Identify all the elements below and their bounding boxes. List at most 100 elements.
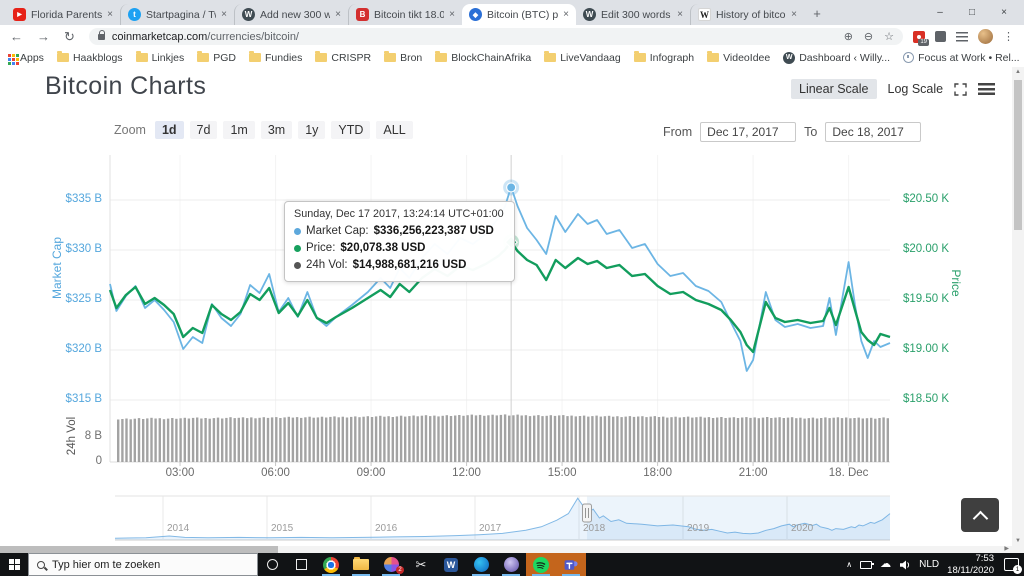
system-tray: ∧ ☁ NLD 7:53 18/11/2020 1 [846,553,1024,576]
bookmark-star-icon[interactable]: ☆ [884,30,894,43]
spotify-taskbar-icon[interactable] [526,553,556,576]
horizontal-scroll-thumb[interactable] [0,546,278,553]
tooltip-datetime: Sunday, Dec 17 2017, 13:24:14 UTC+01:00 [294,208,504,220]
scroll-down-icon[interactable]: ▼ [1012,538,1024,544]
back-to-top-button[interactable] [961,498,999,532]
bookmark-dashboard-willy-[interactable]: Dashboard ‹ Willy... [783,51,890,64]
cortana-button[interactable] [258,553,287,576]
bookmark-pgd[interactable]: PGD [197,51,236,64]
folder-icon [56,51,69,62]
bookmark-infograph[interactable]: Infograph [633,51,695,64]
reading-list-icon[interactable] [956,31,968,42]
close-button[interactable]: × [988,0,1020,25]
scroll-up-icon[interactable]: ▲ [1012,69,1024,75]
navigator-year-label: 2017 [479,523,502,534]
tab-close-icon[interactable]: × [221,9,227,20]
tab-title: Florida Parents Struggl [31,8,103,21]
navigator-handle[interactable] [581,503,592,523]
tab-close-icon[interactable]: × [335,9,341,20]
bookmark-crispr[interactable]: CRISPR [315,51,371,64]
vertical-scrollbar[interactable]: ▲ ▼ [1012,67,1024,553]
bookmark-bron[interactable]: Bron [384,51,423,64]
bookmark-label: Infograph [649,51,695,64]
tab-close-icon[interactable]: × [563,9,569,20]
hidden-icons-chevron[interactable]: ∧ [846,560,852,569]
extensions-puzzle-icon[interactable] [935,31,946,42]
browser-window: Florida Parents Struggl×Startpagina / Tw… [0,0,1024,576]
teams-taskbar-icon[interactable] [556,553,586,576]
task-view-button[interactable] [287,553,316,576]
snip-taskbar-icon[interactable] [406,553,436,576]
x-axis-label: 15:00 [547,467,577,479]
windows-logo-icon [8,559,20,570]
new-tab-button[interactable]: + [804,3,830,24]
bookmark-label: Haakblogs [72,51,123,64]
y-axis-label-market-cap: $315 B [65,393,102,405]
bookmark-livevandaag[interactable]: LiveVandaag [544,51,621,64]
tab-4[interactable]: Bitcoin tikt 18.000 doll × [348,4,462,25]
tab-6[interactable]: Edit 300 words post ‹ V × [576,4,690,25]
bookmark-focus-at-work-rel-[interactable]: Focus at Work • Rel... [903,52,1020,64]
tab-3[interactable]: Add new 300 words po × [234,4,348,25]
tab-close-icon[interactable]: × [107,9,113,20]
zoom-out-icon[interactable]: ⊖ [864,30,873,43]
taskbar-search[interactable]: Typ hier om te zoeken [28,553,258,576]
bookmark-label: VideoIdee [723,51,771,64]
bookmark-label: Bron [400,51,423,64]
chrome-menu-icon[interactable]: ⋮ [1003,30,1014,43]
address-bar[interactable]: coinmarketcap.com/currencies/bitcoin/ ⊕ … [88,28,903,45]
word-taskbar-icon[interactable] [436,553,466,576]
clock-icon [903,52,915,63]
wordpress-favicon-icon [583,8,596,21]
bookmark-videoidee[interactable]: VideoIdee [707,51,771,64]
tooltip-price-row: Price: $20,078.38 USD [294,240,504,257]
tab-title: Startpagina / Twitter [146,8,216,21]
folder-icon [135,51,148,62]
explorer-taskbar-icon[interactable] [346,553,376,576]
tab-1[interactable]: Florida Parents Struggl × [6,4,120,25]
onedrive-cloud-icon[interactable]: ☁ [880,559,891,570]
speaker-icon[interactable] [899,560,911,570]
bookmark-apps[interactable]: Apps [8,52,44,64]
price-axis-title: Price [949,269,963,297]
forward-button[interactable]: → [37,29,50,44]
tooltip-marketcap-row: Market Cap: $336,256,223,387 USD [294,223,504,240]
horizontal-scrollbar[interactable]: ▶ [0,546,1012,553]
adblock-extension-icon[interactable]: 19 [913,30,929,46]
maximize-button[interactable]: □ [956,0,988,25]
minimize-button[interactable]: – [924,0,956,25]
tab-close-icon[interactable]: × [791,9,797,20]
edge-taskbar-icon[interactable] [466,553,496,576]
start-button[interactable] [0,553,28,576]
wikipedia-favicon-icon [698,8,711,21]
scroll-right-icon[interactable]: ▶ [1004,546,1009,553]
zoom-in-icon[interactable]: ⊕ [844,30,853,43]
action-center-icon[interactable]: 1 [1004,558,1022,574]
bookmark-linkjes[interactable]: Linkjes [135,51,184,64]
colorful-taskbar-icon[interactable]: 2 [376,553,406,576]
navigator-year-label: 2014 [167,523,190,534]
profile-avatar[interactable] [978,29,993,44]
tab-close-icon[interactable]: × [449,9,455,20]
bookmark-blockchainafrika[interactable]: BlockChainAfrika [435,51,532,64]
torrent-taskbar-icon[interactable] [496,553,526,576]
taskbar-clock[interactable]: 7:53 18/11/2020 [947,553,994,576]
back-button[interactable]: ← [10,29,23,44]
folder-icon [544,51,557,62]
tab-5[interactable]: Bitcoin (BTC) price, mar × [462,4,576,25]
battery-icon[interactable] [860,560,875,569]
bookmark-haakblogs[interactable]: Haakblogs [56,51,123,64]
price-chart[interactable]: $335 B $330 B $325 B $320 B $315 B $20.50 K $2… [0,67,1024,553]
bookmark-label: BlockChainAfrika [451,51,532,64]
tab-close-icon[interactable]: × [677,9,683,20]
folder-icon [315,51,328,62]
vertical-scroll-thumb[interactable] [1014,80,1022,230]
tab-2[interactable]: Startpagina / Twitter × [120,4,234,25]
navigator-year-label: 2015 [271,523,294,534]
chrome-taskbar-icon[interactable] [316,553,346,576]
language-indicator[interactable]: NLD [919,559,939,570]
reload-button[interactable]: ↻ [64,29,75,45]
https-lock-icon [97,29,105,40]
tab-7[interactable]: History of bitcoin - Wik × [690,4,804,25]
bookmark-fundies[interactable]: Fundies [249,51,302,64]
